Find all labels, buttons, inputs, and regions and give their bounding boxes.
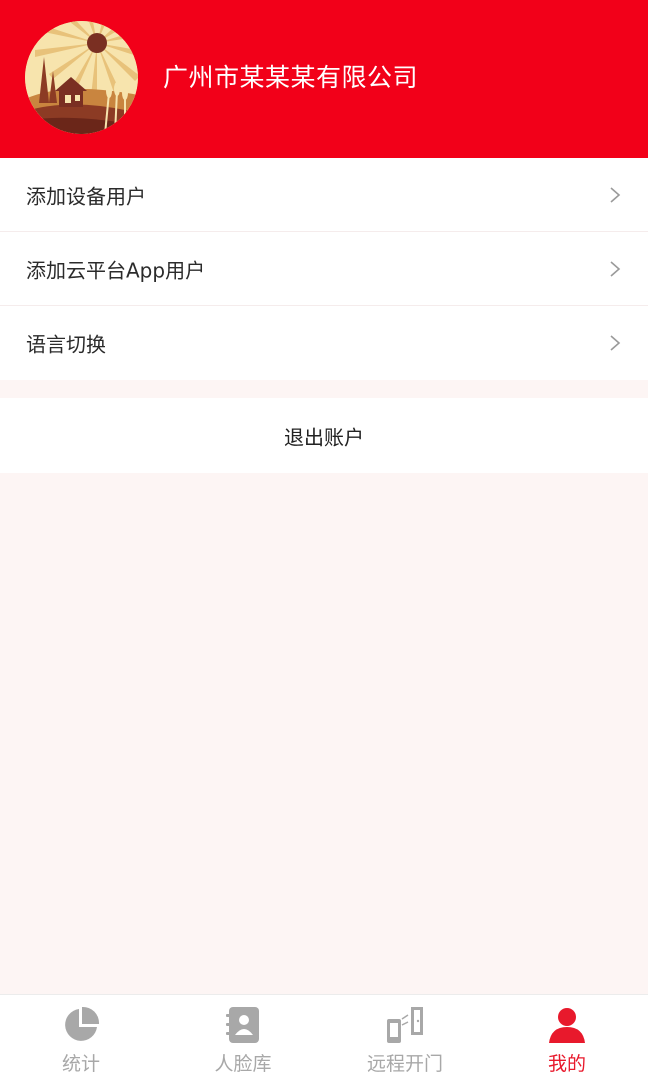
- settings-menu: 添加设备用户 添加云平台App用户 语言切换: [0, 158, 648, 380]
- contacts-book-icon: [223, 1005, 263, 1045]
- tab-label: 远程开门: [366, 1053, 443, 1075]
- tab-remote-open-door[interactable]: 远程开门: [324, 995, 486, 1080]
- menu-item-label: 语言切换: [26, 332, 106, 357]
- remote-door-icon: [385, 1005, 425, 1045]
- tab-statistics[interactable]: 统计: [0, 995, 162, 1080]
- menu-item-add-cloud-app-user[interactable]: 添加云平台App用户: [0, 232, 648, 306]
- profile-header: 广州市某某某有限公司: [0, 0, 648, 158]
- menu-item-label: 添加云平台App用户: [26, 258, 206, 282]
- chevron-right-icon: [608, 185, 622, 205]
- logout-label: 退出账户: [284, 425, 364, 449]
- logout-button[interactable]: 退出账户: [0, 398, 648, 473]
- tab-face-library[interactable]: 人脸库: [162, 995, 324, 1080]
- chevron-right-icon: [608, 259, 622, 279]
- menu-item-language-switch[interactable]: 语言切换: [0, 306, 648, 380]
- tab-label: 人脸库: [214, 1053, 272, 1075]
- bottom-tab-bar: 统计 人脸库 远程开门 我的: [0, 994, 648, 1080]
- tab-mine[interactable]: 我的: [486, 995, 648, 1080]
- company-avatar[interactable]: [25, 21, 138, 134]
- user-icon: [547, 1005, 587, 1045]
- company-name: 广州市某某某有限公司: [163, 63, 419, 92]
- tab-label: 我的: [547, 1053, 586, 1075]
- farm-logo-icon: [25, 21, 138, 134]
- tab-label: 统计: [61, 1053, 100, 1075]
- menu-item-add-device-user[interactable]: 添加设备用户: [0, 158, 648, 232]
- chevron-right-icon: [608, 333, 622, 353]
- page: 广州市某某某有限公司 添加设备用户 添加云平台App用户 语言切换 退出账户 统…: [0, 0, 648, 1080]
- pie-chart-icon: [61, 1005, 101, 1045]
- menu-item-label: 添加设备用户: [26, 184, 146, 208]
